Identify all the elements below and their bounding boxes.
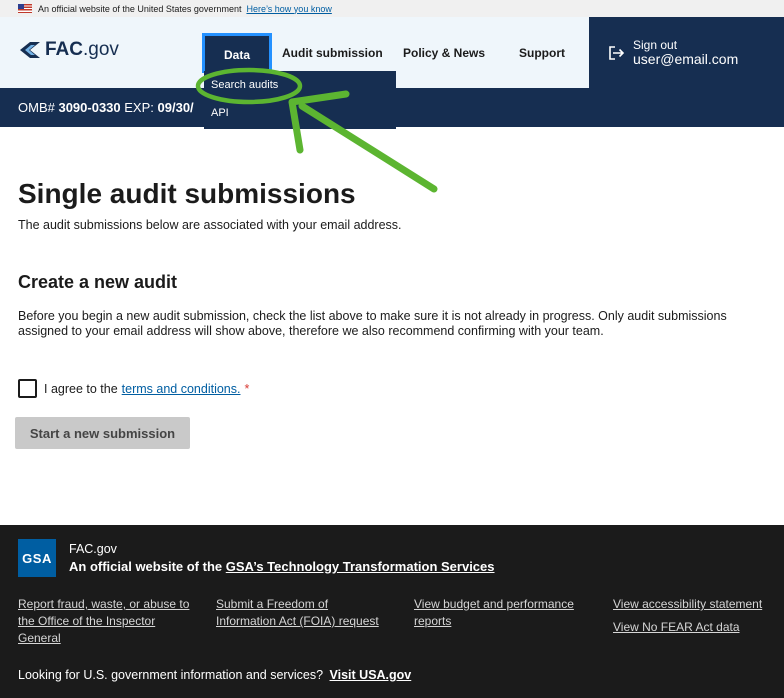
site-footer: GSA FAC.gov An official website of the G…: [0, 525, 784, 698]
sign-out-label: Sign out: [633, 37, 678, 52]
create-audit-description: Before you begin a new audit submission,…: [18, 309, 727, 338]
sign-out-icon: [609, 45, 625, 60]
agree-label: I agree to the: [44, 381, 118, 396]
omb-exp-value: 09/30/: [157, 100, 194, 115]
footer-usa-gov: Looking for U.S. government information …: [18, 668, 411, 682]
terms-checkbox[interactable]: [18, 379, 37, 398]
data-dropdown-menu: Search audits API: [204, 71, 396, 129]
nav-support[interactable]: Support: [519, 17, 565, 88]
fac-logo-icon: [20, 42, 40, 58]
page-subtitle: The audit submissions below are associat…: [18, 218, 402, 232]
fac-logo[interactable]: FAC .gov: [18, 39, 119, 61]
us-flag-icon: [18, 4, 32, 13]
dropdown-item-api[interactable]: API: [204, 99, 396, 127]
required-asterisk: *: [244, 381, 250, 396]
nav-data[interactable]: Data: [202, 33, 272, 73]
omb-exp-label: EXP:: [124, 100, 154, 115]
dropdown-item-search-audits[interactable]: Search audits: [204, 71, 396, 99]
terms-link[interactable]: terms and conditions.: [122, 382, 241, 396]
logo-text-bold: FAC: [45, 39, 83, 60]
sign-out-button[interactable]: Sign out user@email.com: [589, 17, 784, 88]
heres-how-you-know-link[interactable]: Here’s how you know: [246, 4, 331, 14]
footer-link-foia[interactable]: Submit a Freedom of Information Act (FOI…: [216, 596, 391, 630]
gov-banner: An official website of the United States…: [0, 0, 784, 17]
footer-usa-prefix: Looking for U.S. government information …: [18, 668, 324, 682]
logo-text-domain: .gov: [83, 39, 119, 60]
omb-prefix: OMB#: [18, 100, 55, 115]
footer-link-budget[interactable]: View budget and performance reports: [414, 596, 589, 630]
footer-site-name: FAC.gov: [69, 542, 117, 556]
create-audit-heading: Create a new audit: [18, 272, 178, 292]
footer-official-prefix: An official website of the: [69, 559, 223, 574]
omb-number: 3090-0330: [58, 100, 121, 115]
visit-usa-gov-link[interactable]: Visit USA.gov: [330, 668, 412, 682]
gov-banner-text: An official website of the United States…: [38, 3, 242, 14]
footer-link-no-fear[interactable]: View No FEAR Act data: [613, 619, 783, 636]
gsa-logo[interactable]: GSA: [18, 539, 56, 577]
footer-link-accessibility[interactable]: View accessibility statement: [613, 596, 783, 613]
gsa-tts-link[interactable]: GSA’s Technology Transformation Services: [226, 559, 495, 574]
terms-agreement: I agree to the terms and conditions. *: [18, 379, 249, 398]
footer-link-report-fraud[interactable]: Report fraud, waste, or abuse to the Off…: [18, 596, 190, 647]
user-email: user@email.com: [633, 50, 739, 67]
start-submission-button[interactable]: Start a new submission: [15, 417, 190, 449]
nav-policy-news[interactable]: Policy & News: [403, 17, 485, 88]
footer-official-statement: An official website of the GSA’s Technol…: [69, 559, 495, 574]
page-title: Single audit submissions: [18, 178, 356, 209]
